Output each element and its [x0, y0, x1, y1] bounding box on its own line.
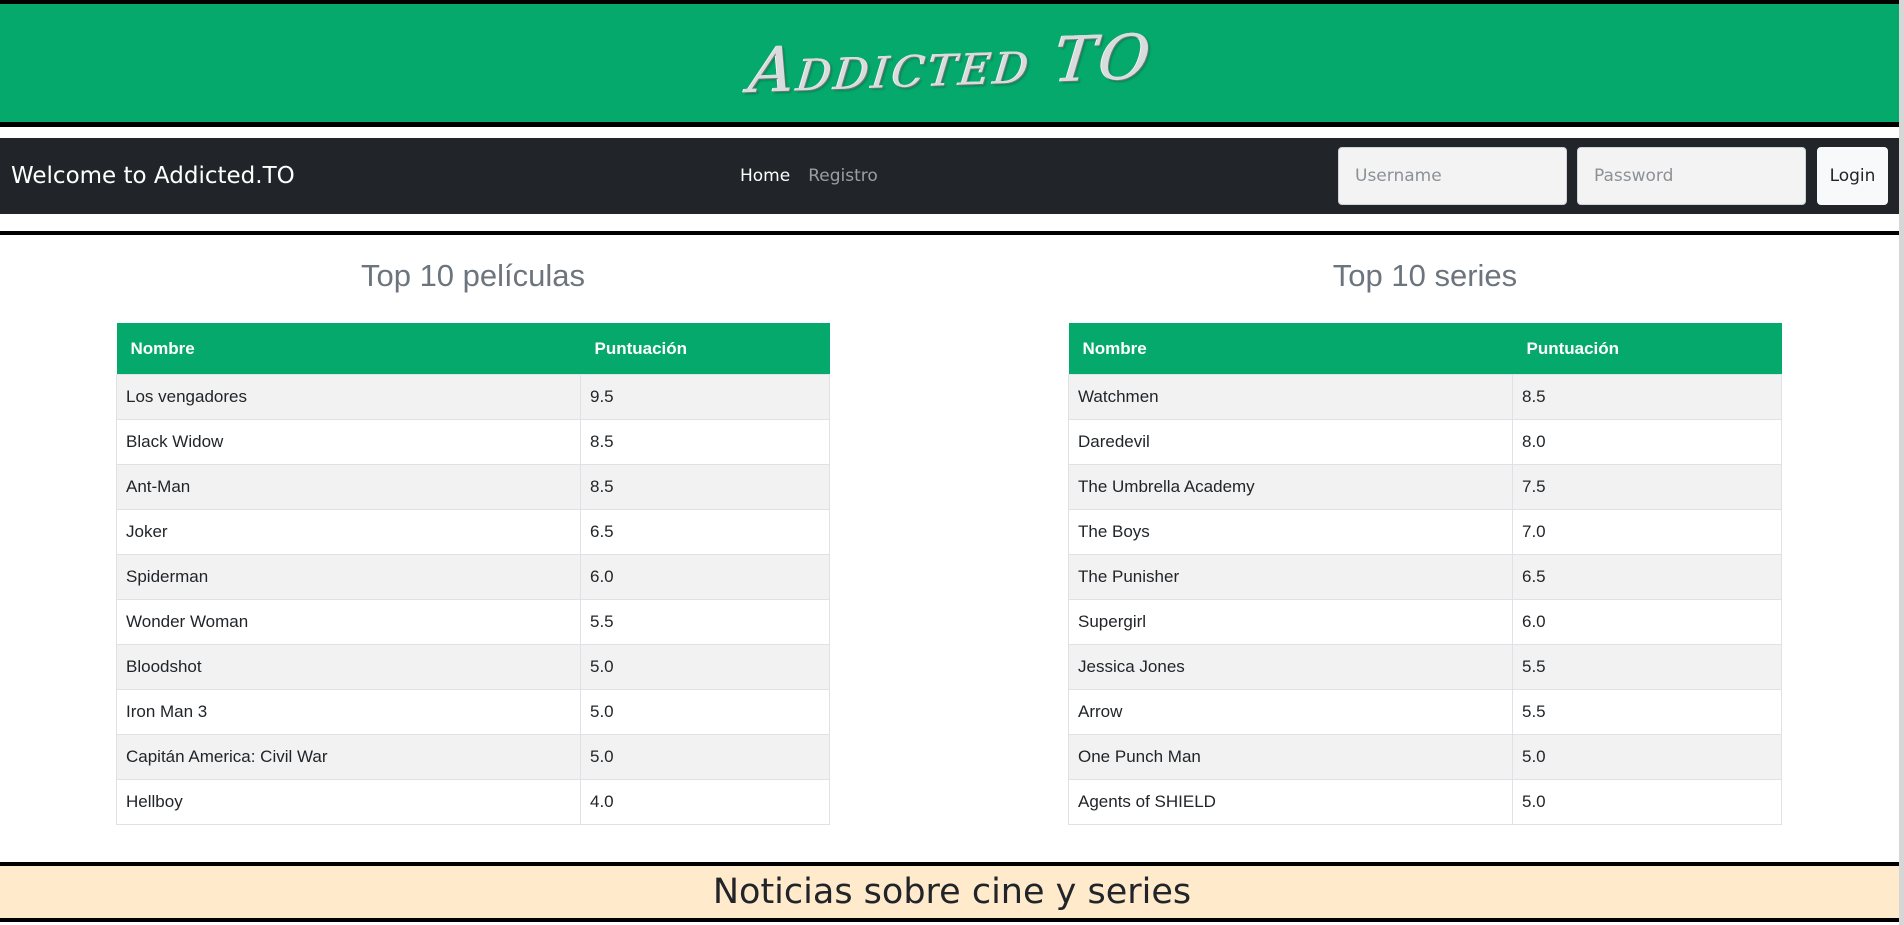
table-row: Spiderman 6.0 — [116, 554, 830, 600]
score-cell: 6.0 — [1512, 599, 1782, 645]
score-cell: 8.5 — [580, 419, 830, 465]
title-cell: Agents of SHIELD — [1068, 779, 1513, 825]
table-row: Jessica Jones 5.5 — [1068, 644, 1782, 690]
title-cell: Los vengadores — [116, 374, 581, 420]
site-logo: Addicted TO — [746, 19, 1158, 107]
news-bottom-border — [0, 918, 1904, 922]
nav-links: Home Registro — [740, 138, 878, 214]
score-cell: 5.0 — [1512, 779, 1782, 825]
score-cell: 6.5 — [580, 509, 830, 555]
score-cell: 5.5 — [1512, 644, 1782, 690]
table-row: Arrow 5.5 — [1068, 689, 1782, 735]
title-cell: Wonder Woman — [116, 599, 581, 645]
series-table-body: Watchmen 8.5 Daredevil 8.0 The Umbrella Acad… — [1068, 374, 1782, 825]
nav-link-home[interactable]: Home — [740, 166, 790, 186]
table-row: Hellboy 4.0 — [116, 779, 830, 825]
table-row: Watchmen 8.5 — [1068, 374, 1782, 420]
site-header: Addicted TO — [0, 4, 1904, 122]
movies-table: Nombre Puntuación Los vengadores 9.5 Black… — [116, 323, 830, 825]
score-cell: 8.5 — [580, 464, 830, 510]
table-row: Los vengadores 9.5 — [116, 374, 830, 420]
table-row: Joker 6.5 — [116, 509, 830, 555]
series-table: Nombre Puntuación Watchmen 8.5 Daredevil 8.… — [1068, 323, 1782, 825]
title-cell: The Punisher — [1068, 554, 1513, 600]
news-title: Noticias sobre cine y series — [712, 872, 1192, 912]
table-row: The Punisher 6.5 — [1068, 554, 1782, 600]
table-row: Daredevil 8.0 — [1068, 419, 1782, 465]
title-cell: Joker — [116, 509, 581, 555]
title-cell: Arrow — [1068, 689, 1513, 735]
movies-col-nombre: Nombre — [116, 323, 581, 375]
score-cell: 6.0 — [580, 554, 830, 600]
series-title: Top 10 series — [1332, 258, 1518, 293]
title-cell: One Punch Man — [1068, 734, 1513, 780]
navbar-brand[interactable]: Welcome to Addicted.TO — [11, 138, 295, 214]
title-cell: Daredevil — [1068, 419, 1513, 465]
username-input[interactable] — [1338, 147, 1567, 205]
score-cell: 5.0 — [580, 644, 830, 690]
window-right-edge — [1899, 0, 1904, 925]
table-row: Wonder Woman 5.5 — [116, 599, 830, 645]
score-cell: 7.5 — [1512, 464, 1782, 510]
series-col-puntuacion: Puntuación — [1512, 323, 1782, 375]
title-cell: Watchmen — [1068, 374, 1513, 420]
movies-table-body: Los vengadores 9.5 Black Widow 8.5 Ant-Man 8.… — [116, 374, 830, 825]
table-row: One Punch Man 5.0 — [1068, 734, 1782, 780]
table-row: Iron Man 3 5.0 — [116, 689, 830, 735]
table-row: Agents of SHIELD 5.0 — [1068, 779, 1782, 825]
score-cell: 5.0 — [580, 689, 830, 735]
score-cell: 7.0 — [1512, 509, 1782, 555]
title-cell: Black Widow — [116, 419, 581, 465]
title-cell: The Umbrella Academy — [1068, 464, 1513, 510]
movies-title: Top 10 películas — [360, 258, 586, 293]
title-cell: Supergirl — [1068, 599, 1513, 645]
score-cell: 6.5 — [1512, 554, 1782, 600]
title-cell: Ant-Man — [116, 464, 581, 510]
score-cell: 8.0 — [1512, 419, 1782, 465]
table-row: Ant-Man 8.5 — [116, 464, 830, 510]
title-cell: Spiderman — [116, 554, 581, 600]
score-cell: 5.0 — [580, 734, 830, 780]
navbar-divider — [0, 231, 1904, 235]
table-row: The Boys 7.0 — [1068, 509, 1782, 555]
news-banner: Noticias sobre cine y series — [0, 866, 1904, 918]
title-cell: Jessica Jones — [1068, 644, 1513, 690]
score-cell: 4.0 — [580, 779, 830, 825]
score-cell: 5.5 — [580, 599, 830, 645]
login-button[interactable]: Login — [1817, 147, 1888, 205]
title-cell: The Boys — [1068, 509, 1513, 555]
password-input[interactable] — [1577, 147, 1806, 205]
table-row: Capitán America: Civil War 5.0 — [116, 734, 830, 780]
table-row: Supergirl 6.0 — [1068, 599, 1782, 645]
series-col-nombre: Nombre — [1068, 323, 1513, 375]
title-cell: Bloodshot — [116, 644, 581, 690]
score-cell: 8.5 — [1512, 374, 1782, 420]
movies-col-puntuacion: Puntuación — [580, 323, 830, 375]
table-row: The Umbrella Academy 7.5 — [1068, 464, 1782, 510]
table-row: Black Widow 8.5 — [116, 419, 830, 465]
score-cell: 5.5 — [1512, 689, 1782, 735]
navbar: Welcome to Addicted.TO Home Registro Log… — [0, 138, 1904, 214]
table-row: Bloodshot 5.0 — [116, 644, 830, 690]
title-cell: Capitán America: Civil War — [116, 734, 581, 780]
title-cell: Hellboy — [116, 779, 581, 825]
nav-link-registro[interactable]: Registro — [808, 166, 878, 186]
score-cell: 5.0 — [1512, 734, 1782, 780]
header-divider — [0, 122, 1904, 127]
title-cell: Iron Man 3 — [116, 689, 581, 735]
score-cell: 9.5 — [580, 374, 830, 420]
